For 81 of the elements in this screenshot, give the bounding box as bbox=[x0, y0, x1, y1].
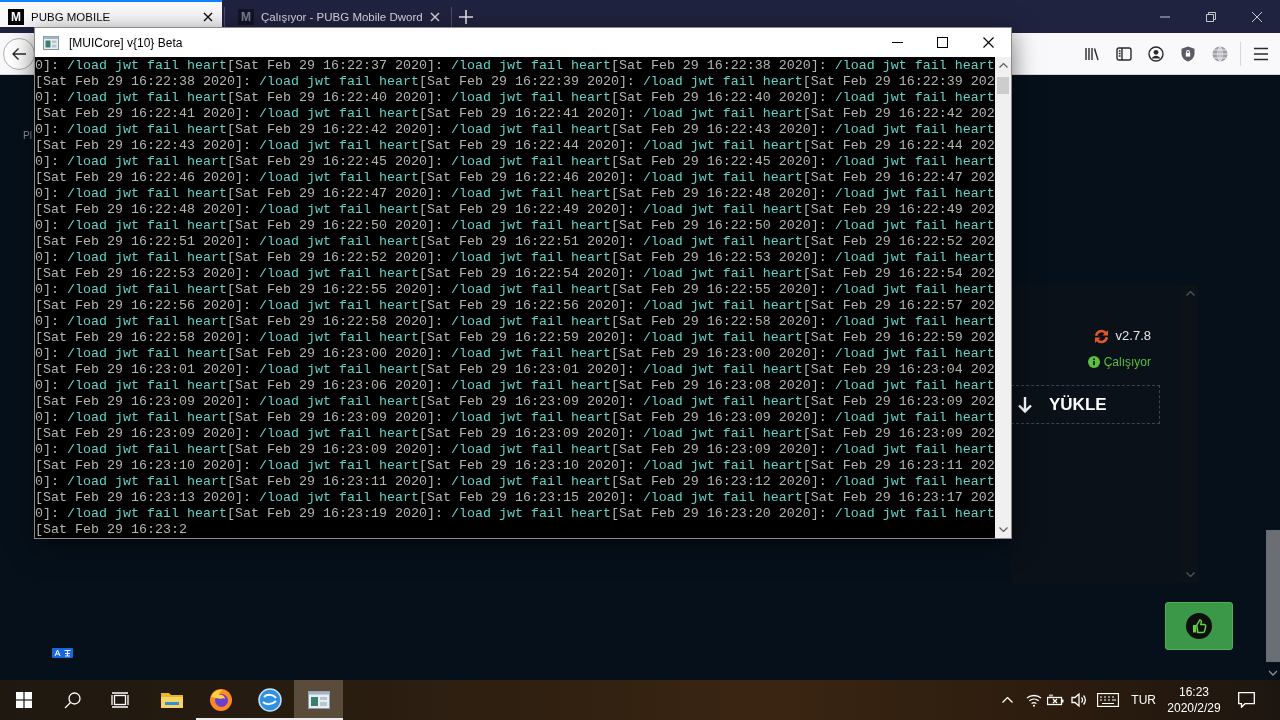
back-button[interactable] bbox=[3, 37, 35, 70]
scroll-down-icon[interactable] bbox=[1267, 670, 1278, 676]
volume-icon[interactable] bbox=[1071, 693, 1088, 707]
console-log-line: 0]: /load jwt fail heart[Sat Feb 29 16:22:40 2020]: /load jwt fail heart[Sat Feb 29 16:22:40 2020]: /load jwt fail heart bbox=[35, 90, 995, 106]
console-log-line: 0]: /load jwt fail heart[Sat Feb 29 16:22:45 2020]: /load jwt fail heart[Sat Feb 29 16:22:45 2020]: /load jwt fail heart bbox=[35, 154, 995, 170]
sphere-icon bbox=[257, 688, 282, 712]
console-log-line: [Sat Feb 29 16:22:43 2020]: /load jwt fail heart[Sat Feb 29 16:22:44 2020]: /load jwt fail heart[Sat Feb 29 16:22:44 202 bbox=[35, 138, 995, 154]
console-log-line: 0]: /load jwt fail heart[Sat Feb 29 16:23:00 2020]: /load jwt fail heart[Sat Feb 29 16:23:00 2020]: /load jwt fail heart bbox=[35, 346, 995, 362]
console-log-line: [Sat Feb 29 16:22:48 2020]: /load jwt fail heart[Sat Feb 29 16:22:49 2020]: /load jwt fail heart[Sat Feb 29 16:22:49 202 bbox=[35, 202, 995, 218]
console-log-line: [Sat Feb 29 16:22:58 2020]: /load jwt fail heart[Sat Feb 29 16:22:59 2020]: /load jwt fail heart[Sat Feb 29 16:22:59 202 bbox=[35, 330, 995, 346]
window-icon bbox=[307, 691, 330, 709]
console-log-line: 0]: /load jwt fail heart[Sat Feb 29 16:22:50 2020]: /load jwt fail heart[Sat Feb 29 16:22:50 2020]: /load jwt fail heart bbox=[35, 218, 995, 234]
chevron-up-icon[interactable] bbox=[1002, 697, 1014, 703]
scrollbar-thumb[interactable] bbox=[1265, 530, 1280, 662]
info-icon bbox=[1087, 356, 1100, 368]
keyboard-icon[interactable] bbox=[1097, 693, 1120, 707]
battery-icon[interactable] bbox=[1047, 693, 1066, 707]
console-log-line: [Sat Feb 29 16:22:38 2020]: /load jwt fail heart[Sat Feb 29 16:22:39 2020]: /load jwt fail heart[Sat Feb 29 16:22:39 202 bbox=[35, 74, 995, 90]
notification-icon[interactable] bbox=[1238, 692, 1255, 708]
console-log-line: [Sat Feb 29 16:23:2 bbox=[35, 522, 187, 538]
console-log-line: [Sat Feb 29 16:23:10 2020]: /load jwt fail heart[Sat Feb 29 16:23:10 2020]: /load jwt fail heart[Sat Feb 29 16:23:11 202 bbox=[35, 458, 995, 474]
sidebar-icon[interactable] bbox=[1116, 45, 1132, 62]
new-tab-icon[interactable] bbox=[459, 9, 473, 24]
site-logo: M bbox=[8, 9, 24, 25]
taskbar-button[interactable] bbox=[294, 680, 343, 720]
close-icon[interactable] bbox=[982, 37, 994, 48]
flame-globe-icon bbox=[208, 688, 233, 712]
console-log-line: [Sat Feb 29 16:23:01 2020]: /load jwt fail heart[Sat Feb 29 16:23:01 2020]: /load jwt fail heart[Sat Feb 29 16:23:04 202 bbox=[35, 362, 995, 378]
scroll-up-icon[interactable] bbox=[998, 63, 1008, 68]
console-log-line: [Sat Feb 29 16:23:09 2020]: /load jwt fail heart[Sat Feb 29 16:23:09 2020]: /load jwt fail heart[Sat Feb 29 16:23:09 202 bbox=[35, 426, 995, 442]
wifi-icon[interactable] bbox=[1026, 693, 1043, 707]
window-icon bbox=[43, 35, 59, 50]
restore-icon[interactable] bbox=[1206, 11, 1216, 22]
window-title: [MUICore] v{10} Beta bbox=[69, 34, 183, 52]
browser-tab[interactable]: M Çalışıyor - PUBG Mobile Dword bbox=[227, 0, 451, 27]
clock-date[interactable]: 2020/2/29 bbox=[1167, 700, 1221, 716]
clock-time[interactable]: 16:23 bbox=[1179, 684, 1209, 700]
scrollbar-thumb[interactable] bbox=[997, 77, 1009, 94]
console-log-line: [Sat Feb 29 16:22:53 2020]: /load jwt fail heart[Sat Feb 29 16:22:54 2020]: /load jwt fail heart[Sat Feb 29 16:22:54 202 bbox=[35, 266, 995, 282]
console-log-line: [Sat Feb 29 16:23:09 2020]: /load jwt fail heart[Sat Feb 29 16:23:09 2020]: /load jwt fail heart[Sat Feb 29 16:23:09 202 bbox=[35, 394, 995, 410]
console-log-line: [Sat Feb 29 16:22:46 2020]: /load jwt fail heart[Sat Feb 29 16:22:46 2020]: /load jwt fail heart[Sat Feb 29 16:22:47 202 bbox=[35, 170, 995, 186]
library-icon[interactable] bbox=[1084, 45, 1100, 62]
side-label: Pl bbox=[23, 130, 32, 142]
status-label: Çalışıyor bbox=[1103, 354, 1151, 370]
close-icon[interactable] bbox=[203, 12, 213, 22]
console-log-line: 0]: /load jwt fail heart[Sat Feb 29 16:23:11 2020]: /load jwt fail heart[Sat Feb 29 16:23:12 2020]: /load jwt fail heart bbox=[35, 474, 995, 490]
back-arrow-icon bbox=[11, 46, 27, 61]
console-log-line: 0]: /load jwt fail heart[Sat Feb 29 16:23:06 2020]: /load jwt fail heart[Sat Feb 29 16:23:08 2020]: /load jwt fail heart bbox=[35, 378, 995, 394]
console-log-line: [Sat Feb 29 16:22:41 2020]: /load jwt fail heart[Sat Feb 29 16:22:41 2020]: /load jwt fail heart[Sat Feb 29 16:22:42 202 bbox=[35, 106, 995, 122]
console-log-line: [Sat Feb 29 16:23:13 2020]: /load jwt fail heart[Sat Feb 29 16:23:15 2020]: /load jwt fail heart[Sat Feb 29 16:23:17 202 bbox=[35, 490, 995, 506]
console-log-line: 0]: /load jwt fail heart[Sat Feb 29 16:22:58 2020]: /load jwt fail heart[Sat Feb 29 16:22:58 2020]: /load jwt fail heart bbox=[35, 314, 995, 330]
translate-icon[interactable] bbox=[52, 648, 73, 658]
task-view-icon[interactable] bbox=[111, 692, 129, 708]
scroll-down-icon[interactable] bbox=[998, 527, 1008, 532]
shield-icon[interactable] bbox=[1180, 45, 1196, 62]
account-icon[interactable] bbox=[1148, 45, 1164, 62]
console-log-line: 0]: /load jwt fail heart[Sat Feb 29 16:22:37 2020]: /load jwt fail heart[Sat Feb 29 16:22:38 2020]: /load jwt fail heart bbox=[35, 58, 995, 74]
console-log-line: 0]: /load jwt fail heart[Sat Feb 29 16:22:42 2020]: /load jwt fail heart[Sat Feb 29 16:22:43 2020]: /load jwt fail heart bbox=[35, 122, 995, 138]
start-icon[interactable] bbox=[16, 692, 32, 708]
console-log-line: [Sat Feb 29 16:22:56 2020]: /load jwt fail heart[Sat Feb 29 16:22:56 2020]: /load jwt fail heart[Sat Feb 29 16:22:57 202 bbox=[35, 298, 995, 314]
like-button[interactable] bbox=[1165, 602, 1233, 650]
search-icon[interactable] bbox=[63, 691, 81, 709]
refresh-icon[interactable] bbox=[1093, 328, 1109, 344]
console-log-line: [Sat Feb 29 16:22:51 2020]: /load jwt fail heart[Sat Feb 29 16:22:51 2020]: /load jwt fail heart[Sat Feb 29 16:22:52 202 bbox=[35, 234, 995, 250]
console-log-line: 0]: /load jwt fail heart[Sat Feb 29 16:23:19 2020]: /load jwt fail heart[Sat Feb 29 16:23:20 2020]: /load jwt fail heart bbox=[35, 506, 995, 522]
console-log-line: 0]: /load jwt fail heart[Sat Feb 29 16:22:55 2020]: /load jwt fail heart[Sat Feb 29 16:22:55 2020]: /load jwt fail heart bbox=[35, 282, 995, 298]
console-log-line: 0]: /load jwt fail heart[Sat Feb 29 16:23:09 2020]: /load jwt fail heart[Sat Feb 29 16:23:09 2020]: /load jwt fail heart bbox=[35, 442, 995, 458]
language-indicator[interactable]: TUR bbox=[1131, 691, 1156, 709]
maximize-icon[interactable] bbox=[937, 37, 948, 48]
console-log-line: 0]: /load jwt fail heart[Sat Feb 29 16:22:47 2020]: /load jwt fail heart[Sat Feb 29 16:22:48 2020]: /load jwt fail heart bbox=[35, 186, 995, 202]
console-log-line: 0]: /load jwt fail heart[Sat Feb 29 16:22:52 2020]: /load jwt fail heart[Sat Feb 29 16:22:53 2020]: /load jwt fail heart bbox=[35, 250, 995, 266]
version-label: v2.7.8 bbox=[1115, 328, 1151, 344]
thumbs-up-icon bbox=[1186, 613, 1212, 639]
console-log-line: 0]: /load jwt fail heart[Sat Feb 29 16:23:09 2020]: /load jwt fail heart[Sat Feb 29 16:23:09 2020]: /load jwt fail heart bbox=[35, 410, 995, 426]
folder-icon bbox=[160, 691, 183, 709]
menu-icon[interactable] bbox=[1253, 46, 1269, 61]
site-logo: M bbox=[238, 9, 254, 25]
down-arrow-icon bbox=[1017, 396, 1033, 413]
scroll-down-icon[interactable] bbox=[1185, 572, 1195, 577]
scroll-up-icon[interactable] bbox=[1185, 291, 1195, 296]
browser-tab[interactable]: M PUBG MOBILE bbox=[0, 0, 222, 27]
